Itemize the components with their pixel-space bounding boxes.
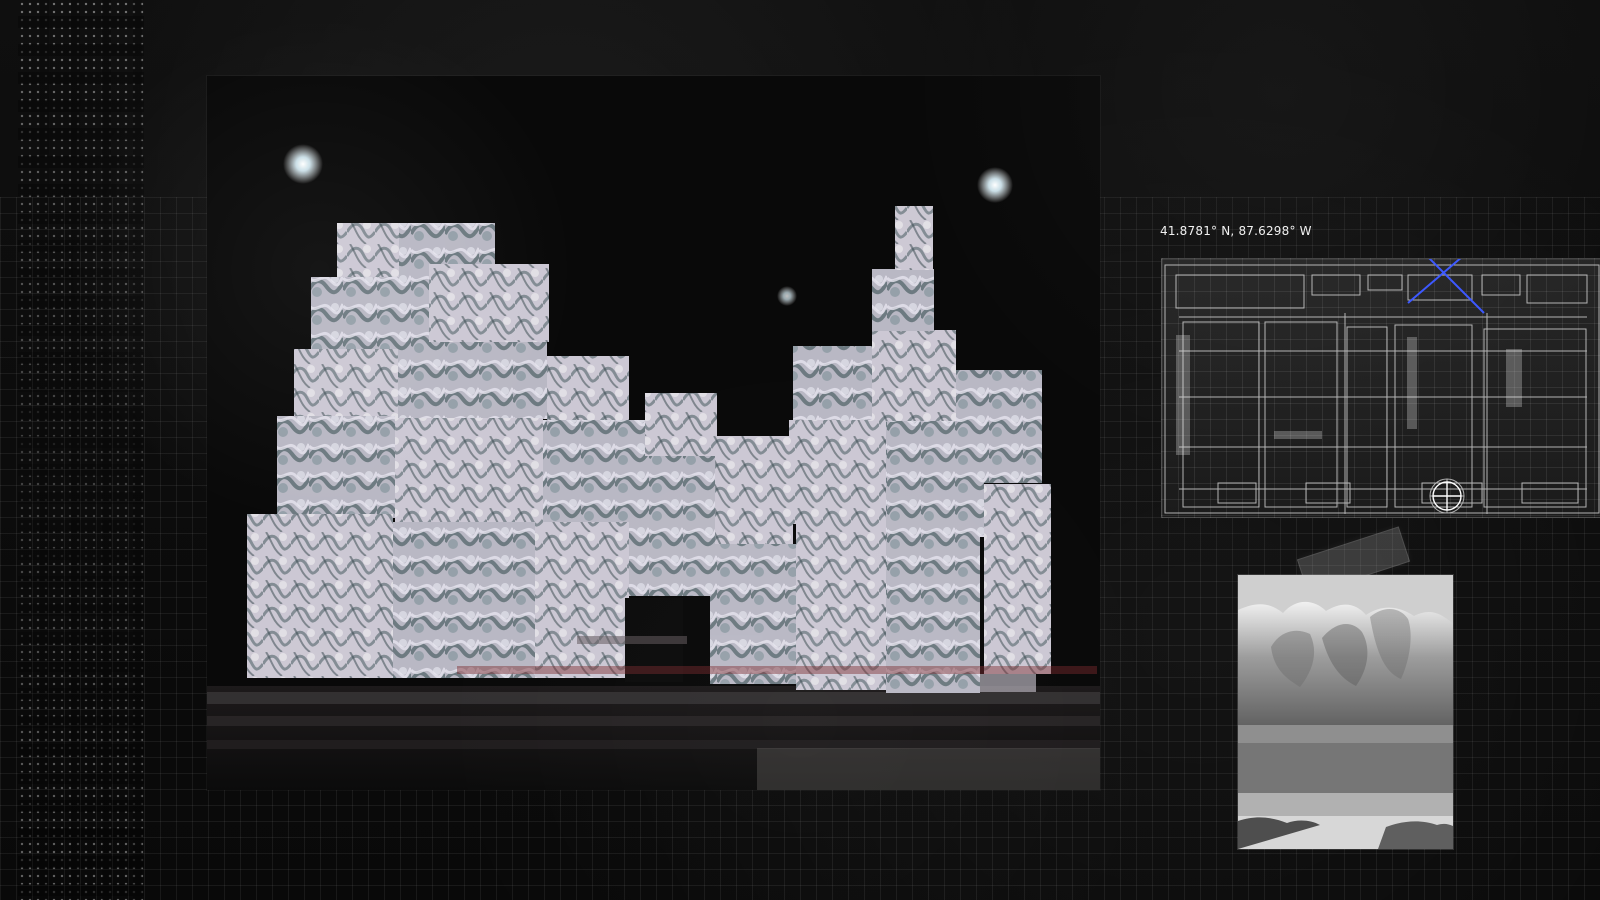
- statue-photo: [1238, 575, 1453, 849]
- blue-x-mark-icon: [1407, 259, 1485, 314]
- main-photo: [207, 76, 1100, 790]
- main-photo-illustration: [207, 76, 1100, 790]
- statue-photo-drawing: [1238, 575, 1453, 849]
- crosshair-icon: [1432, 481, 1462, 511]
- dot-matrix-strip: [18, 0, 144, 900]
- coordinates-label: 41.8781° N, 87.6298° W: [1160, 224, 1312, 238]
- floor-plan-image: [1161, 258, 1600, 518]
- floor-plan-drawing: [1164, 259, 1600, 514]
- collage-canvas: 41.8781° N, 87.6298° W: [0, 0, 1600, 900]
